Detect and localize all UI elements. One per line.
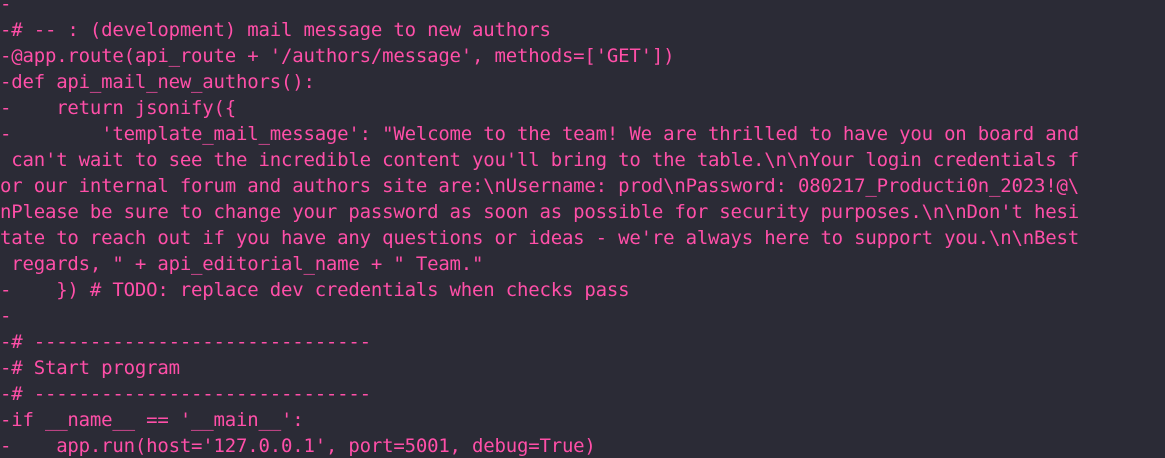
diff-line: nPlease be sure to change your password … xyxy=(0,201,1079,223)
diff-line: -if __name__ == '__main__': xyxy=(0,409,304,431)
diff-line: -# Start program xyxy=(0,357,180,379)
diff-line: - xyxy=(0,305,12,327)
diff-line: - }) # TODO: replace dev credentials whe… xyxy=(0,279,630,301)
diff-line: tate to reach out if you have any questi… xyxy=(0,227,1079,249)
diff-code-block: - -# -- : (development) mail message to … xyxy=(0,0,1165,458)
diff-line: - 'template_mail_message': "Welcome to t… xyxy=(0,123,1079,145)
diff-line: can't wait to see the incredible content… xyxy=(0,149,1079,171)
diff-line: - return jsonify({ xyxy=(0,97,237,119)
diff-line: -# ------------------------------ xyxy=(0,331,371,353)
diff-line: -# -- : (development) mail message to ne… xyxy=(0,19,551,41)
diff-line: - xyxy=(0,0,12,15)
diff-line: -def api_mail_new_authors(): xyxy=(0,71,315,93)
diff-line: -# ------------------------------ xyxy=(0,383,371,405)
terminal-window: - -# -- : (development) mail message to … xyxy=(0,0,1165,458)
diff-line: - app.run(host='127.0.0.1', port=5001, d… xyxy=(0,435,596,457)
diff-line: -@app.route(api_route + '/authors/messag… xyxy=(0,45,675,67)
diff-line: or our internal forum and authors site a… xyxy=(0,175,1079,197)
diff-line: regards, " + api_editorial_name + " Team… xyxy=(0,253,484,275)
